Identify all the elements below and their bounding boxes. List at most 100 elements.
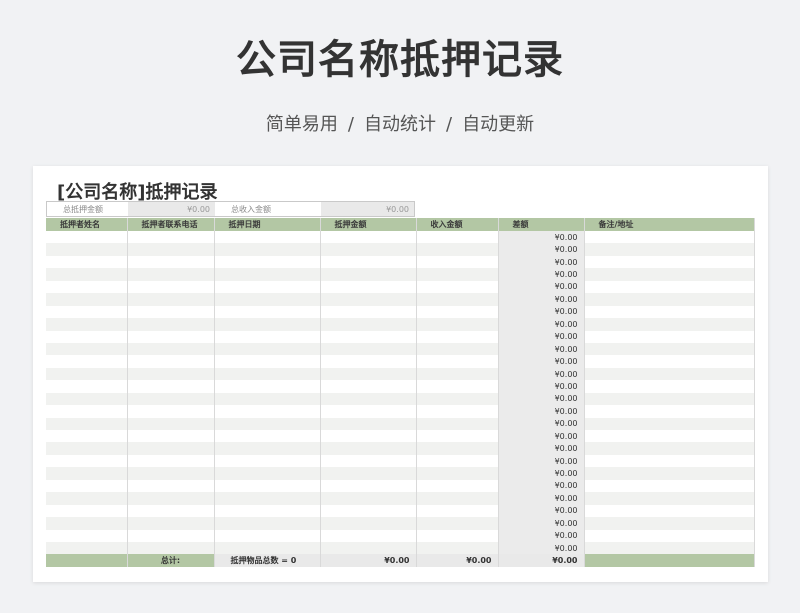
cell-notes[interactable] <box>584 380 755 393</box>
cell-income[interactable] <box>416 442 499 455</box>
cell-diff[interactable]: ¥0.00 <box>498 479 585 493</box>
cell-diff[interactable]: ¥0.00 <box>498 417 585 430</box>
cell-notes[interactable] <box>584 529 755 542</box>
cell-pledge[interactable] <box>320 268 417 281</box>
cell-pledge[interactable] <box>320 367 417 381</box>
cell-income[interactable] <box>416 392 499 406</box>
cell-notes[interactable] <box>584 492 755 505</box>
cell-diff[interactable]: ¥0.00 <box>498 231 585 244</box>
cell-name[interactable] <box>46 517 128 530</box>
cell-diff[interactable]: ¥0.00 <box>498 405 585 418</box>
cell-phone[interactable] <box>127 305 215 319</box>
footer-diff-total[interactable]: ¥0.00 <box>498 554 585 568</box>
cell-diff[interactable]: ¥0.00 <box>498 305 585 319</box>
cell-pledge[interactable] <box>320 517 417 530</box>
cell-phone[interactable] <box>127 380 215 393</box>
cell-diff[interactable]: ¥0.00 <box>498 342 585 356</box>
cell-phone[interactable] <box>127 280 215 294</box>
cell-date[interactable] <box>214 479 321 493</box>
cell-name[interactable] <box>46 430 128 443</box>
cell-income[interactable] <box>416 380 499 393</box>
cell-income[interactable] <box>416 330 499 343</box>
cell-diff[interactable]: ¥0.00 <box>498 330 585 343</box>
cell-date[interactable] <box>214 280 321 294</box>
cell-phone[interactable] <box>127 504 215 518</box>
cell-date[interactable] <box>214 367 321 381</box>
cell-income[interactable] <box>416 243 499 256</box>
cell-income[interactable] <box>416 280 499 294</box>
cell-income[interactable] <box>416 231 499 244</box>
cell-pledge[interactable] <box>320 492 417 505</box>
cell-date[interactable] <box>214 243 321 256</box>
cell-phone[interactable] <box>127 517 215 530</box>
cell-notes[interactable] <box>584 243 755 256</box>
cell-pledge[interactable] <box>320 355 417 368</box>
cell-notes[interactable] <box>584 355 755 368</box>
cell-date[interactable] <box>214 293 321 306</box>
cell-diff[interactable]: ¥0.00 <box>498 529 585 542</box>
cell-date[interactable] <box>214 231 321 244</box>
cell-pledge[interactable] <box>320 405 417 418</box>
cell-name[interactable] <box>46 392 128 406</box>
cell-notes[interactable] <box>584 392 755 406</box>
cell-diff[interactable]: ¥0.00 <box>498 492 585 505</box>
cell-pledge[interactable] <box>320 293 417 306</box>
cell-date[interactable] <box>214 492 321 505</box>
cell-pledge[interactable] <box>320 417 417 430</box>
cell-notes[interactable] <box>584 467 755 480</box>
cell-phone[interactable] <box>127 430 215 443</box>
cell-notes[interactable] <box>584 454 755 468</box>
cell-pledge[interactable] <box>320 380 417 393</box>
cell-date[interactable] <box>214 517 321 530</box>
cell-income[interactable] <box>416 529 499 542</box>
cell-name[interactable] <box>46 367 128 381</box>
cell-pledge[interactable] <box>320 454 417 468</box>
cell-notes[interactable] <box>584 504 755 518</box>
cell-income[interactable] <box>416 479 499 493</box>
cell-name[interactable] <box>46 467 128 480</box>
cell-phone[interactable] <box>127 479 215 493</box>
cell-phone[interactable] <box>127 442 215 455</box>
cell-income[interactable] <box>416 355 499 368</box>
cell-phone[interactable] <box>127 243 215 256</box>
cell-date[interactable] <box>214 529 321 542</box>
cell-date[interactable] <box>214 454 321 468</box>
cell-diff[interactable]: ¥0.00 <box>498 243 585 256</box>
cell-date[interactable] <box>214 305 321 319</box>
cell-name[interactable] <box>46 529 128 542</box>
cell-name[interactable] <box>46 442 128 455</box>
cell-diff[interactable]: ¥0.00 <box>498 454 585 468</box>
cell-date[interactable] <box>214 504 321 518</box>
footer-pledge-total[interactable]: ¥0.00 <box>320 554 417 568</box>
cell-diff[interactable]: ¥0.00 <box>498 541 585 555</box>
cell-notes[interactable] <box>584 367 755 381</box>
cell-income[interactable] <box>416 255 499 269</box>
cell-income[interactable] <box>416 467 499 480</box>
cell-notes[interactable] <box>584 442 755 455</box>
cell-diff[interactable]: ¥0.00 <box>498 318 585 331</box>
cell-phone[interactable] <box>127 541 215 555</box>
cell-date[interactable] <box>214 392 321 406</box>
cell-name[interactable] <box>46 293 128 306</box>
cell-name[interactable] <box>46 330 128 343</box>
cell-phone[interactable] <box>127 293 215 306</box>
cell-name[interactable] <box>46 255 128 269</box>
cell-diff[interactable]: ¥0.00 <box>498 504 585 518</box>
cell-date[interactable] <box>214 355 321 368</box>
cell-name[interactable] <box>46 355 128 368</box>
cell-income[interactable] <box>416 318 499 331</box>
cell-diff[interactable]: ¥0.00 <box>498 280 585 294</box>
cell-phone[interactable] <box>127 529 215 542</box>
cell-date[interactable] <box>214 430 321 443</box>
cell-date[interactable] <box>214 405 321 418</box>
cell-notes[interactable] <box>584 517 755 530</box>
cell-notes[interactable] <box>584 305 755 319</box>
cell-name[interactable] <box>46 305 128 319</box>
cell-income[interactable] <box>416 417 499 430</box>
cell-income[interactable] <box>416 342 499 356</box>
cell-date[interactable] <box>214 268 321 281</box>
cell-phone[interactable] <box>127 342 215 356</box>
cell-pledge[interactable] <box>320 330 417 343</box>
cell-date[interactable] <box>214 417 321 430</box>
cell-notes[interactable] <box>584 479 755 493</box>
